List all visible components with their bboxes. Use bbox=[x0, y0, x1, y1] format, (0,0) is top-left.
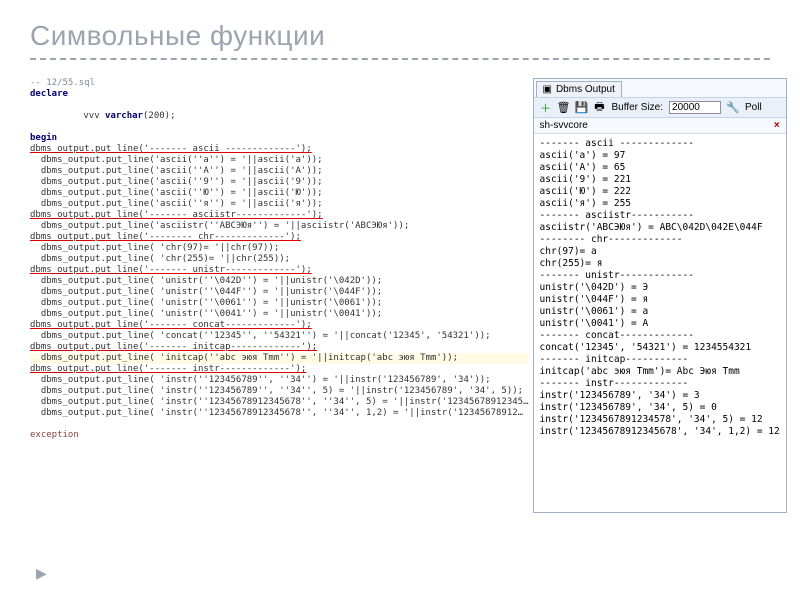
poll-label: Poll bbox=[745, 102, 762, 113]
code-blank bbox=[30, 419, 529, 430]
db-name: sh-svvcore bbox=[540, 120, 588, 131]
code-exception: exception bbox=[30, 430, 529, 441]
out: instr('12345678912345678', '34', 1,2) = … bbox=[540, 426, 780, 437]
code-declare: declare bbox=[30, 89, 529, 100]
out: ------- concat------------- bbox=[540, 330, 694, 341]
dbms-output-panel: ▣ Dbms Output ＋ 🗑 💾 🖶 Buffer Size: 🔧 Pol… bbox=[533, 78, 787, 513]
buffer-size-label: Buffer Size: bbox=[612, 102, 664, 113]
code-line: dbms_output.put_line( 'initcap(''abc эюя… bbox=[30, 353, 529, 364]
code-line: dbms_output.put_line( 'chr(97)= '||chr(9… bbox=[30, 243, 529, 254]
out: ascii('я') = 255 bbox=[540, 198, 632, 209]
out: ascii('A') = 65 bbox=[540, 162, 626, 173]
code-line: dbms_output.put_line( 'instr(''123456789… bbox=[30, 386, 529, 397]
code-line: dbms_output.put_line( 'unistr(''\0041'')… bbox=[30, 309, 529, 320]
code-line: dbms_output.put_line( 'instr(''123456789… bbox=[30, 397, 529, 408]
code-line: dbms_output.put_line( 'instr(''123456789… bbox=[30, 375, 529, 386]
code-line: dbms_output.put_line('------- unistr----… bbox=[30, 265, 529, 276]
code-line: dbms_output.put_line('------- initcap---… bbox=[30, 342, 529, 353]
out: concat('12345', '54321') = 1234554321 bbox=[540, 342, 752, 353]
code-line: dbms_output.put_line('------- ascii ----… bbox=[30, 144, 529, 155]
out: ------- ascii ------------- bbox=[540, 138, 694, 149]
code-line: dbms_output.put_line( 'chr(255)= '||chr(… bbox=[30, 254, 529, 265]
workarea: -- 12/55.sql declare vvv varchar(200); b… bbox=[30, 78, 770, 513]
page-title: Символьные функции bbox=[30, 20, 770, 60]
code-editor[interactable]: -- 12/55.sql declare vvv varchar(200); b… bbox=[30, 78, 529, 513]
out: instr('123456789', '34') = 3 bbox=[540, 390, 700, 401]
code-line: dbms_output.put_line('ascii(''Ю'') = '||… bbox=[30, 188, 529, 199]
out: unistr('\042D') = Э bbox=[540, 282, 649, 293]
out: initcap('abc эюя Tmm')= Abc Эюя Tmm bbox=[540, 366, 740, 377]
code-line: dbms_output.put_line('ascii(''a'') = '||… bbox=[30, 155, 529, 166]
out: unistr('\0061') = a bbox=[540, 306, 649, 317]
dbms-output-tab-label: Dbms Output bbox=[556, 84, 615, 95]
out: chr(255)= я bbox=[540, 258, 603, 269]
buffer-size-input[interactable] bbox=[669, 101, 721, 114]
code-line: dbms_output.put_line( 'unistr(''\044F'')… bbox=[30, 287, 529, 298]
out: -------- chr------------- bbox=[540, 234, 683, 245]
out: ------- initcap----------- bbox=[540, 354, 689, 365]
out: ascii('Ю') = 222 bbox=[540, 186, 632, 197]
plus-icon[interactable]: ＋ bbox=[540, 102, 552, 114]
code-begin: begin bbox=[30, 133, 529, 144]
db-connection-row: sh-svvcore × bbox=[534, 118, 786, 134]
close-icon[interactable]: × bbox=[774, 120, 780, 131]
trash-icon[interactable]: 🗑 bbox=[558, 102, 570, 114]
out: ------- instr------------- bbox=[540, 378, 689, 389]
code-line: dbms_output.put_line('ascii(''A'') = '||… bbox=[30, 166, 529, 177]
code-comment: -- 12/55.sql bbox=[30, 78, 529, 89]
dbms-output-tab[interactable]: ▣ Dbms Output bbox=[536, 81, 622, 97]
code-line: dbms_output.put_line('asciistr(''ABCЭЮя'… bbox=[30, 221, 529, 232]
code-line: dbms_output.put_line('------- instr-----… bbox=[30, 364, 529, 375]
code-line: dbms_output.put_line( 'unistr(''\042D'')… bbox=[30, 276, 529, 287]
code-line: dbms_output.put_line( 'instr(''123456789… bbox=[30, 408, 529, 419]
code-line: dbms_output.put_line('ascii(''я'') = '||… bbox=[30, 199, 529, 210]
terminal-icon: ▣ bbox=[543, 84, 552, 95]
wrench-icon[interactable]: 🔧 bbox=[727, 102, 739, 114]
out: unistr('\0041') = A bbox=[540, 318, 649, 329]
code-line: dbms_output.put_line('-------- chr------… bbox=[30, 232, 529, 243]
code-line: dbms_output.put_line('------- asciistr--… bbox=[30, 210, 529, 221]
slide-arrow-icon: ▶ bbox=[36, 565, 47, 582]
code-line: dbms_output.put_line( 'concat(''12345'',… bbox=[30, 331, 529, 342]
code-line: dbms_output.put_line('------- concat----… bbox=[30, 320, 529, 331]
out: asciistr('ABCЭЮя') = ABC\042D\042E\044F bbox=[540, 222, 763, 233]
code-vvv-decl: vvv varchar(200); bbox=[30, 100, 529, 133]
code-line: dbms_output.put_line('ascii(''9'') = '||… bbox=[30, 177, 529, 188]
out: ascii('9') = 221 bbox=[540, 174, 632, 185]
out: unistr('\044F') = я bbox=[540, 294, 649, 305]
out: instr('1234567891234578', '34', 5) = 12 bbox=[540, 414, 763, 425]
code-line: dbms_output.put_line( 'unistr(''\0061'')… bbox=[30, 298, 529, 309]
save-icon[interactable]: 💾 bbox=[576, 102, 588, 114]
dbms-output-toolbar: ＋ 🗑 💾 🖶 Buffer Size: 🔧 Poll bbox=[534, 97, 786, 118]
out: chr(97)= a bbox=[540, 246, 597, 257]
out: ------- asciistr----------- bbox=[540, 210, 694, 221]
out: ------- unistr------------- bbox=[540, 270, 694, 281]
dbms-output-body[interactable]: ------- ascii ------------- ascii('a') =… bbox=[534, 134, 786, 512]
out: ascii('a') = 97 bbox=[540, 150, 626, 161]
print-icon[interactable]: 🖶 bbox=[594, 102, 606, 114]
out: instr('123456789', '34', 5) = 0 bbox=[540, 402, 717, 413]
